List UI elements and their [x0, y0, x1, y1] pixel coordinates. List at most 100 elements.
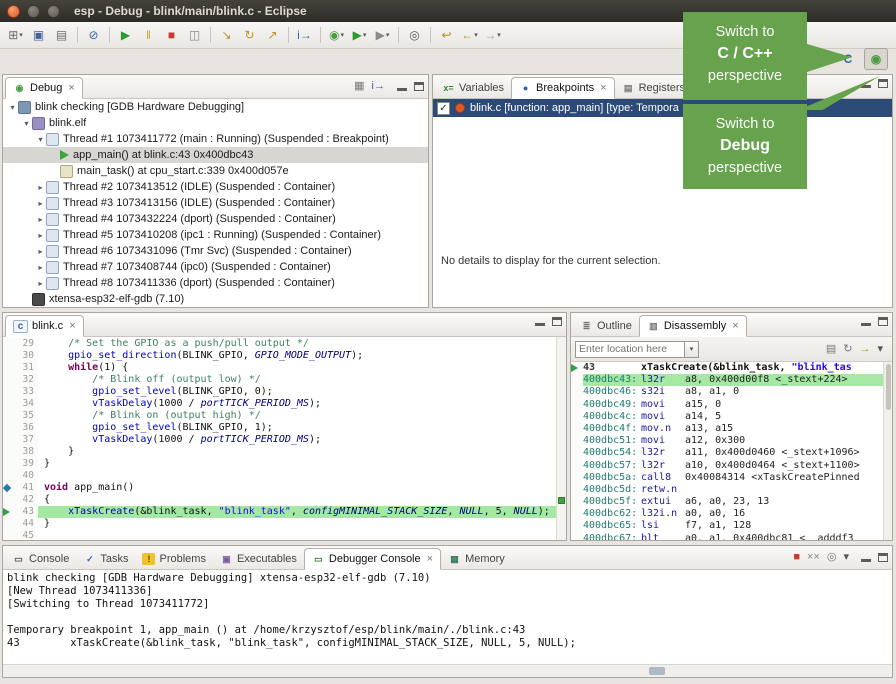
location-dropdown-icon[interactable]: ▾ [685, 341, 699, 358]
disassembly-line[interactable]: 400dbc54:l32ra11, 0x400d0460 <_stext+109… [571, 447, 884, 459]
tab-memory[interactable]: ▦Memory [441, 549, 512, 569]
show-source-icon[interactable]: ▤ [826, 342, 836, 356]
line-number[interactable]: 36 [12, 422, 38, 434]
code-line[interactable]: 44} [3, 518, 557, 530]
code-line[interactable]: 43 xTaskCreate(&blink_task, "blink_task"… [3, 506, 557, 518]
line-number[interactable]: 38 [12, 446, 38, 458]
resume-icon[interactable]: ▶ [114, 25, 137, 45]
maximize-view-icon[interactable] [878, 317, 888, 326]
maximize-view-icon[interactable] [878, 553, 888, 562]
expand-arrow-icon[interactable]: ▸ [35, 199, 46, 208]
line-number[interactable]: 39 [12, 458, 38, 470]
maximize-view-icon[interactable] [552, 317, 562, 326]
disassembly-menu-icon[interactable]: ▾ [877, 342, 883, 356]
collapse-arrow-icon[interactable]: ▾ [35, 135, 46, 144]
back-icon[interactable]: ←▾ [458, 25, 481, 45]
disassembly-line[interactable]: 400dbc67:blta0, a1, 0x400dbc81 <__adddf3 [571, 533, 884, 540]
maximize-view-icon[interactable] [414, 82, 424, 91]
console-menu-icon[interactable]: ▾ [843, 550, 849, 564]
last-edit-location-icon[interactable]: ↩ [435, 25, 458, 45]
close-tab-icon[interactable]: × [600, 82, 606, 94]
step-over-icon[interactable]: ↻ [238, 25, 261, 45]
tab-executables[interactable]: ▣Executables [213, 549, 304, 569]
debug-tree-item[interactable]: ▸Thread #6 1073431096 (Tmr Svc) (Suspend… [3, 243, 428, 259]
tab-registers[interactable]: ▤Registers [615, 78, 692, 98]
collapse-arrow-icon[interactable]: ▾ [7, 103, 18, 112]
disassembly-line[interactable]: 400dbc65:lsif7, a1, 128 [571, 520, 884, 532]
line-number[interactable]: 34 [12, 398, 38, 410]
save-icon[interactable]: ▣ [27, 25, 50, 45]
disassembly-line[interactable]: 400dbc62:l32i.na0, a0, 16 [571, 508, 884, 520]
disassembly-line[interactable]: 400dbc5d:retw.n [571, 484, 884, 496]
debug-view-layout-icon[interactable]: ▦ [354, 79, 364, 93]
tab-variables[interactable]: x=Variables [435, 78, 511, 98]
close-tab-icon[interactable]: × [427, 553, 433, 565]
debug-tree-item[interactable]: ▸Thread #7 1073408744 (ipc0) (Suspended … [3, 259, 428, 275]
disassembly-location-input[interactable] [575, 341, 685, 358]
tab-debug[interactable]: ◉Debug× [5, 77, 83, 99]
debug-tree-item[interactable]: ▸Thread #2 1073413512 (IDLE) (Suspended … [3, 179, 428, 195]
debug-perspective-icon[interactable]: ◉ [864, 48, 888, 70]
minimize-view-icon[interactable] [397, 82, 407, 91]
terminate-console-icon[interactable]: ■ [793, 550, 800, 564]
breakpoint-enabled-checkbox[interactable]: ✓ [437, 102, 450, 115]
code-line[interactable]: 30 gpio_set_direction(BLINK_GPIO, GPIO_M… [3, 350, 557, 362]
tab-problems[interactable]: !Problems [135, 549, 212, 569]
overview-ruler[interactable] [556, 337, 566, 540]
close-tab-icon[interactable]: × [68, 82, 74, 94]
line-number[interactable]: 41 [12, 482, 38, 494]
code-line[interactable]: 39} [3, 458, 557, 470]
collapse-arrow-icon[interactable]: ▾ [21, 119, 32, 128]
skip-all-breakpoints-icon[interactable]: ⊘ [82, 25, 105, 45]
window-minimize-button[interactable] [27, 5, 40, 18]
window-maximize-button[interactable] [47, 5, 60, 18]
expand-arrow-icon[interactable]: ▸ [35, 215, 46, 224]
code-line[interactable]: 41void app_main() [3, 482, 557, 494]
tab-debugger-console[interactable]: ▭Debugger Console× [304, 548, 441, 570]
line-number[interactable]: 33 [12, 386, 38, 398]
code-line[interactable]: 34 vTaskDelay(1000 / portTICK_PERIOD_MS)… [3, 398, 557, 410]
debug-tree-item[interactable]: xtensa-esp32-elf-gdb (7.10) [3, 291, 428, 307]
disassembly-line[interactable]: 400dbc5f:extuia6, a0, 23, 13 [571, 496, 884, 508]
debug-tree-item[interactable]: ▸Thread #4 1073432224 (dport) (Suspended… [3, 211, 428, 227]
code-line[interactable]: 37 vTaskDelay(1000 / portTICK_PERIOD_MS)… [3, 434, 557, 446]
tab-disassembly[interactable]: ▥Disassembly× [639, 315, 747, 337]
expand-arrow-icon[interactable]: ▸ [35, 247, 46, 256]
line-number[interactable]: 45 [12, 530, 38, 540]
line-number[interactable]: 29 [12, 338, 38, 350]
line-number[interactable]: 30 [12, 350, 38, 362]
disassembly-listing[interactable]: 43xTaskCreate(&blink_task, "blink_tas400… [571, 362, 884, 540]
code-line[interactable]: 45 [3, 530, 557, 540]
expand-arrow-icon[interactable]: ▸ [35, 279, 46, 288]
instruction-step-toggle-icon[interactable]: i→ [372, 79, 385, 93]
tab-outline[interactable]: ≣Outline [573, 316, 639, 336]
disassembly-line[interactable]: 400dbc57:l32ra10, 0x400d0464 <_stext+110… [571, 460, 884, 472]
line-number[interactable]: 42 [12, 494, 38, 506]
instruction-stepping-icon[interactable]: i→ [293, 25, 316, 45]
code-editor[interactable]: 29 /* Set the GPIO as a push/pull output… [3, 338, 557, 540]
print-icon[interactable]: ▤ [50, 25, 73, 45]
debug-tree-item[interactable]: app_main() at blink.c:43 0x400dbc43 [3, 147, 428, 163]
pin-console-icon[interactable]: ◎ [827, 550, 837, 564]
tab-console[interactable]: ▭Console [5, 549, 76, 569]
minimize-view-icon[interactable] [535, 317, 545, 326]
code-line[interactable]: 40 [3, 470, 557, 482]
disassembly-line[interactable]: 400dbc43:l32ra8, 0x400d00f8 <_stext+224> [571, 374, 884, 386]
line-number[interactable]: 35 [12, 410, 38, 422]
maximize-view-icon[interactable] [878, 79, 888, 88]
code-line[interactable]: 31 while(1) { [3, 362, 557, 374]
debug-tree-item[interactable]: ▾blink.elf [3, 115, 428, 131]
line-number[interactable]: 32 [12, 374, 38, 386]
follow-pc-icon[interactable]: → [859, 342, 870, 356]
disconnect-icon[interactable]: ◫ [183, 25, 206, 45]
line-number[interactable]: 40 [12, 470, 38, 482]
line-number[interactable]: 37 [12, 434, 38, 446]
disassembly-line[interactable]: 400dbc51:movia12, 0x300 [571, 435, 884, 447]
minimize-view-icon[interactable] [861, 553, 871, 562]
tab-breakpoints[interactable]: ●Breakpoints× [511, 77, 615, 99]
debug-tree-item[interactable]: ▾Thread #1 1073411772 (main : Running) (… [3, 131, 428, 147]
code-line[interactable]: 29 /* Set the GPIO as a push/pull output… [3, 338, 557, 350]
disassembly-line[interactable]: 400dbc4c:movia14, 5 [571, 411, 884, 423]
terminate-icon[interactable]: ■ [160, 25, 183, 45]
debug-tree-item[interactable]: ▸Thread #8 1073411336 (dport) (Suspended… [3, 275, 428, 291]
